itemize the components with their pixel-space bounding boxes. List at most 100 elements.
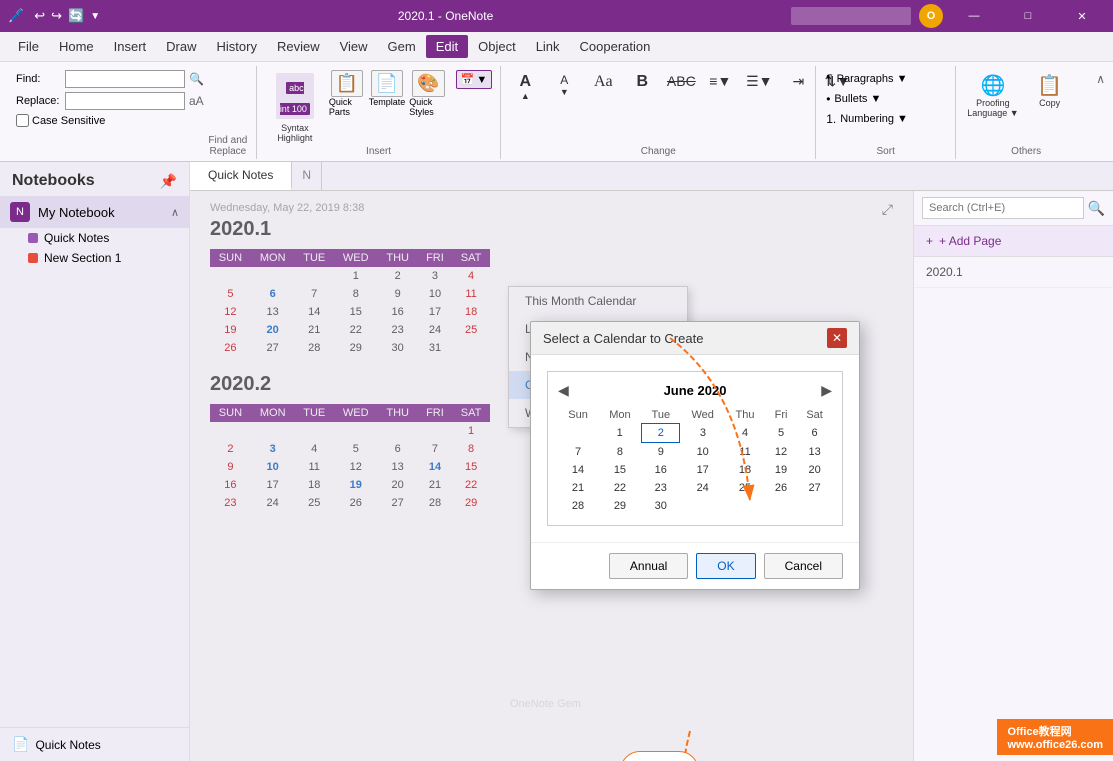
menu-link[interactable]: Link — [526, 35, 570, 58]
menu-cooperation[interactable]: Cooperation — [570, 35, 661, 58]
notebook-name: My Notebook — [38, 205, 115, 220]
tab-n[interactable]: N — [292, 162, 322, 190]
proofing-language-button[interactable]: 🌐 Proofing Language ▼ — [962, 70, 1023, 121]
menu-file[interactable]: File — [8, 35, 49, 58]
others-group: 🌐 Proofing Language ▼ 📋 Copy Others — [956, 66, 1096, 159]
strikethrough-button[interactable]: ABC — [663, 70, 699, 92]
mini-calendar: ◀ June 2020 ▶ Sun Mon Tu — [547, 371, 843, 526]
prev-month-button[interactable]: ◀ — [558, 382, 569, 399]
dialog-title-bar: Select a Calendar to Create ✕ — [531, 322, 859, 355]
watermark-line1: Office教程网 — [1007, 723, 1103, 739]
title-search-box[interactable] — [791, 7, 911, 25]
sync-icon[interactable]: 🔄 — [68, 8, 84, 24]
sidebar: Notebooks 📌 N My Notebook ∧ Quick Notes … — [0, 162, 190, 761]
notebook-expand-icon[interactable]: ∧ — [171, 206, 179, 219]
quick-notes-section[interactable]: Quick Notes — [20, 228, 189, 248]
minimize-button[interactable]: — — [951, 0, 997, 32]
insert-group-label: Insert — [366, 146, 391, 157]
title-bar: 🖊️ ↩ ↪ 🔄 ▼ 2020.1 - OneNote O — □ ✕ — [0, 0, 1113, 32]
page-entry[interactable]: 2020.1 — [914, 257, 1113, 288]
cancel-button[interactable]: Cancel — [764, 553, 843, 579]
menu-gem[interactable]: Gem — [378, 35, 426, 58]
bold-button[interactable]: B — [624, 70, 660, 94]
annual-button[interactable]: Annual — [609, 553, 688, 579]
select-calendar-dialog: Select a Calendar to Create ✕ ◀ June 202… — [530, 321, 860, 590]
search-button[interactable]: 🔍 — [1088, 200, 1105, 217]
pin-icon[interactable]: 📌 — [160, 173, 177, 190]
quick-notes-label: Quick Notes — [44, 231, 109, 245]
find-input[interactable] — [65, 70, 185, 88]
page-area: Wednesday, May 22, 2019 8:38 ⤢ 2020.1 SU… — [190, 191, 1113, 761]
notebook-icon: N — [10, 202, 30, 222]
mini-cal-table: Sun Mon Tue Wed Thu Fri Sat — [558, 407, 832, 515]
maximize-button[interactable]: □ — [1005, 0, 1051, 32]
mini-cal-title: June 2020 — [664, 383, 727, 398]
case-sensitive-checkbox[interactable] — [16, 114, 29, 127]
ribbon-expand-button[interactable]: ∧ — [1096, 66, 1105, 88]
font-size-down-button[interactable]: A ▼ — [546, 70, 582, 100]
font-button[interactable]: Aa — [585, 70, 621, 94]
change-group: A ▲ A ▼ Aa B ABC ≡▼ ☰▼ ⇥ — [501, 66, 816, 159]
search-input[interactable] — [922, 197, 1084, 219]
mini-cal-header: ◀ June 2020 ▶ — [558, 382, 832, 399]
others-group-label: Others — [962, 146, 1090, 159]
close-button[interactable]: ✕ — [1059, 0, 1105, 32]
replace-input[interactable] — [65, 92, 185, 110]
save-icon[interactable]: 🖊️ — [8, 8, 24, 24]
new-section-item[interactable]: New Section 1 — [20, 248, 189, 268]
menu-draw[interactable]: Draw — [156, 35, 206, 58]
menu-history[interactable]: History — [207, 35, 267, 58]
new-section-dot — [28, 253, 38, 263]
dialog-body: ◀ June 2020 ▶ Sun Mon Tu — [531, 355, 859, 542]
table-row: 123456 — [558, 424, 832, 443]
bullets-button[interactable]: • Bullets ▼ — [822, 90, 949, 108]
replace-icon[interactable]: aA — [189, 94, 204, 108]
tab-quick-notes[interactable]: Quick Notes — [190, 162, 292, 190]
next-month-button[interactable]: ▶ — [821, 382, 832, 399]
paragraphs-button[interactable]: ¶ Paragraphs ▼ — [822, 70, 949, 88]
menu-insert[interactable]: Insert — [104, 35, 157, 58]
dialog-title: Select a Calendar to Create — [543, 331, 703, 346]
syntax-highlight-button[interactable]: abcint 100 Syntax Highlight — [265, 70, 325, 146]
menu-object[interactable]: Object — [468, 35, 526, 58]
list-button[interactable]: ☰▼ — [741, 70, 777, 93]
profile-avatar[interactable]: O — [919, 4, 943, 28]
numbering-button[interactable]: 1. Numbering ▼ — [822, 110, 949, 128]
menu-review[interactable]: Review — [267, 35, 330, 58]
undo-icon[interactable]: ↩ — [34, 8, 45, 24]
menu-view[interactable]: View — [330, 35, 378, 58]
align-button[interactable]: ≡▼ — [702, 70, 738, 92]
notebooks-title: Notebooks — [12, 172, 95, 190]
dialog-close-button[interactable]: ✕ — [827, 328, 847, 348]
sidebar-header: Notebooks 📌 — [0, 162, 189, 196]
ok-button[interactable]: OK — [696, 553, 755, 579]
calendar-dropdown-area[interactable]: 📅 ▼ — [456, 70, 493, 89]
case-sensitive-row: Case Sensitive — [16, 114, 204, 127]
sidebar-bottom-label: Quick Notes — [35, 738, 100, 752]
menu-bar: File Home Insert Draw History Review Vie… — [0, 32, 1113, 62]
ribbon: Find: 🔍 Replace: aA Case Sensitive Find … — [0, 62, 1113, 162]
case-sensitive-label: Case Sensitive — [32, 115, 105, 127]
watermark: Office教程网 www.office26.com — [997, 719, 1113, 755]
add-page-button[interactable]: + + Add Page — [914, 226, 1113, 257]
insert-group: abcint 100 Syntax Highlight 📋 Quick Part… — [257, 66, 502, 159]
page-icon: 📄 — [12, 736, 29, 753]
quick-styles-button[interactable]: 🎨 Quick Styles — [409, 70, 448, 117]
search-icon[interactable]: 🔍 — [189, 72, 204, 86]
dialog-overlay: Select a Calendar to Create ✕ ◀ June 202… — [190, 191, 913, 761]
new-section-label: New Section 1 — [44, 251, 121, 265]
copy-button[interactable]: 📋 Copy — [1032, 70, 1068, 111]
template-button[interactable]: 📄 Template — [369, 70, 406, 107]
menu-home[interactable]: Home — [49, 35, 104, 58]
window-title: 2020.1 - OneNote — [100, 9, 791, 23]
menu-edit[interactable]: Edit — [426, 35, 468, 58]
redo-icon[interactable]: ↪ — [51, 8, 62, 24]
indent-button[interactable]: ⇥ — [780, 70, 816, 93]
find-replace-group-label: Find and Replace — [208, 135, 248, 157]
sidebar-bottom-quick-notes[interactable]: 📄 Quick Notes — [0, 727, 189, 761]
quick-parts-button[interactable]: 📋 Quick Parts — [329, 70, 365, 117]
font-size-up-button[interactable]: A ▲ — [507, 70, 543, 104]
tabs-bar: Quick Notes N — [190, 162, 1113, 191]
my-notebook-item[interactable]: N My Notebook ∧ — [0, 196, 189, 228]
dropdown-arrow-icon[interactable]: ▼ — [90, 11, 100, 22]
